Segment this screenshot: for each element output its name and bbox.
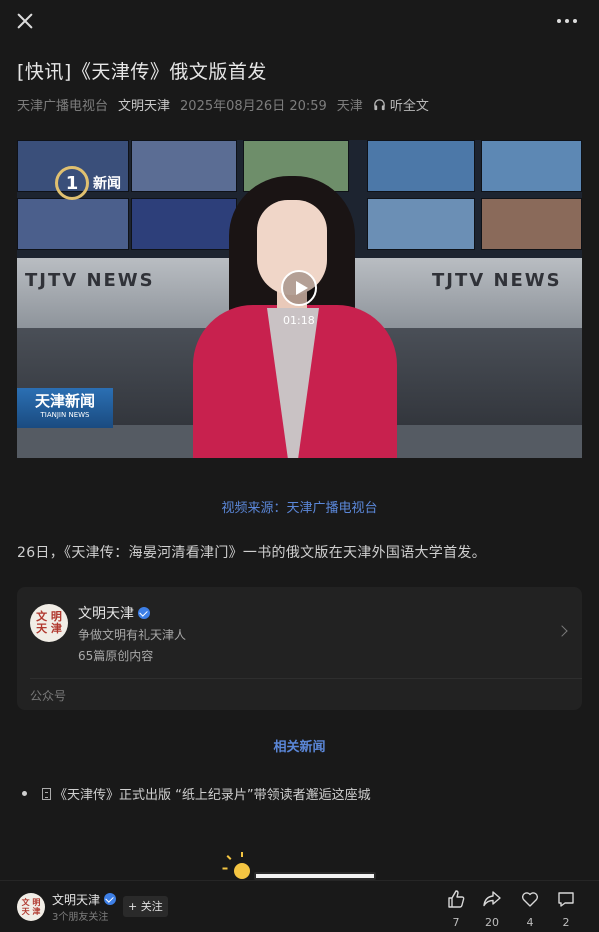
document-icon [42, 787, 51, 800]
article-body: 26日，《天津传：海晏河清看津门》一书的俄文版在天津外国语大学首发。 [17, 545, 487, 561]
play-icon[interactable] [281, 270, 317, 306]
listen-label: 听全文 [389, 99, 429, 114]
top-bar [0, 0, 599, 44]
article-title: [快讯]《天津传》俄文版首发 [17, 61, 267, 83]
chevron-right-icon[interactable] [556, 625, 568, 637]
account-slogan: 争做文明有礼天津人 [78, 628, 187, 642]
original-count: 65篇原创内容 [78, 649, 154, 663]
friends-follow: 3个朋友关注 [52, 912, 109, 923]
divider [30, 678, 582, 679]
account-type: 公众号 [30, 689, 67, 703]
source-org: 天津广播电视台 [17, 99, 109, 114]
badge-text: 天津新闻 [34, 392, 95, 410]
channel-logo-text: 新闻 [93, 176, 121, 192]
verified-icon [104, 893, 117, 905]
follow-button[interactable]: + 关注 [123, 896, 168, 917]
share-button[interactable]: 20 [479, 889, 505, 929]
related-news-label: 《天津传》正式出版 “纸上纪录片”带领读者邂逅这座城 [54, 788, 371, 803]
video-player[interactable]: 1 新闻 TJTV NEWS TJTV NEWS 天津新闻 TIANJIN NE… [17, 140, 582, 458]
like-count: 7 [452, 916, 460, 929]
favorite-count: 4 [526, 916, 534, 929]
close-icon[interactable] [14, 10, 36, 32]
account-link[interactable]: 文明天津 [118, 95, 170, 114]
like-button[interactable]: 7 [443, 889, 469, 929]
bottom-account-avatar[interactable]: 文 明天 津 [17, 893, 45, 921]
location: 天津 [336, 99, 363, 114]
thumbs-up-icon [448, 890, 465, 908]
banner-text-left: TJTV NEWS [25, 270, 155, 291]
share-count: 20 [485, 916, 499, 929]
channel-logo: 1 新闻 [55, 166, 121, 200]
headphones-icon [374, 99, 385, 111]
comment-button[interactable]: 2 [553, 889, 579, 929]
bottom-account-name-row[interactable]: 文明天津 [52, 891, 117, 908]
bottom-bar: 文 明天 津 文明天津 3个朋友关注 + 关注 7 20 4 2 [0, 880, 599, 932]
comment-count: 2 [562, 916, 570, 929]
bottom-account-name: 文明天津 [52, 893, 101, 907]
progress-track [254, 872, 376, 880]
account-avatar: 文 明天 津 [30, 604, 68, 642]
badge-subtext: TIANJIN NEWS [40, 411, 90, 419]
article-meta: 天津广播电视台 文明天津 2025年08月26日 20:59 天津 听全文 [17, 95, 439, 114]
related-news-item[interactable]: 《天津传》正式出版 “纸上纪录片”带领读者邂逅这座城 [22, 784, 371, 803]
account-name-row: 文明天津 [78, 603, 150, 623]
channel-logo-icon: 1 [55, 166, 89, 200]
account-name: 文明天津 [78, 606, 134, 622]
favorite-button[interactable]: 4 [517, 889, 543, 929]
video-source[interactable]: 视频来源：天津广播电视台 [0, 497, 599, 516]
comment-icon [558, 892, 574, 907]
listen-button[interactable]: 听全文 [373, 95, 429, 114]
tianjin-news-badge: 天津新闻 TIANJIN NEWS [17, 388, 113, 428]
account-card[interactable]: 文 明天 津 文明天津 争做文明有礼天津人 65篇原创内容 公众号 [17, 587, 582, 710]
share-icon [483, 891, 501, 907]
related-news-title: 相关新闻 [273, 740, 326, 755]
more-options-icon[interactable] [557, 12, 579, 30]
sun-icon [234, 863, 250, 879]
heart-icon [521, 892, 539, 907]
video-duration: 01:18 [283, 314, 315, 327]
publish-datetime: 2025年08月26日 20:59 [180, 99, 327, 114]
verified-icon [138, 607, 150, 619]
banner-text-right: TJTV NEWS [432, 270, 562, 291]
bullet [22, 791, 27, 796]
